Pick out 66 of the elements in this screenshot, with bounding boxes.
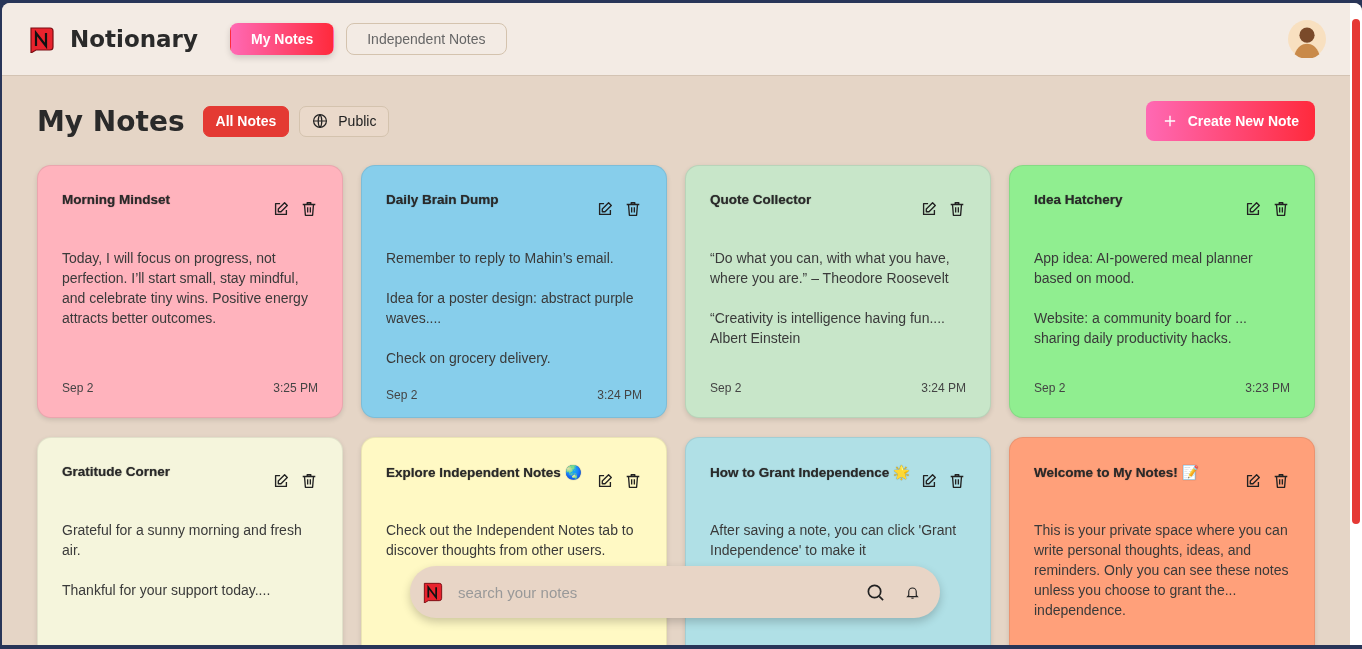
note-title: Welcome to My Notes! 📝 [1034, 464, 1199, 480]
edit-icon[interactable] [596, 200, 614, 218]
note-text: Check on grocery delivery. [386, 349, 552, 368]
edit-icon[interactable] [1244, 200, 1262, 218]
note-card[interactable]: Morning Mindset Today, I will focus on progress, not perfection. I’ll start small, stay mindful, and celebrate tiny wins. Positive energy attracts better outcomes. Sep 2 3:25 PM [37, 165, 343, 418]
note-text: “Do what you can, with what you have, where you are.” – Theodore Roosevelt [710, 249, 951, 288]
avatar[interactable] [1288, 20, 1326, 58]
note-card[interactable]: Idea Hatchery App idea: AI-powered meal planner based on mood. Website: a community board for ... sharing daily productivity hacks. Sep 2 3:23 PM [1009, 165, 1315, 418]
nav-tab[interactable]: Independent Notes [346, 23, 507, 55]
note-time: 3:23 PM [1245, 381, 1290, 395]
globe-icon [312, 113, 329, 129]
note-text: Thankful for your support today.... [62, 581, 272, 600]
delete-icon[interactable] [1272, 472, 1290, 490]
note-time: 3:24 PM [597, 388, 642, 402]
delete-icon[interactable] [1272, 200, 1290, 218]
note-title: Quote Collector [710, 192, 812, 207]
note-text: App idea: AI-powered meal planner based on mood. [1034, 249, 1254, 288]
note-text: Website: a community board for ... sharing daily productivity hacks. [1034, 309, 1248, 348]
bell-icon[interactable] [905, 584, 920, 600]
note-title: Morning Mindset [62, 192, 170, 207]
search-icon[interactable] [866, 582, 885, 602]
edit-icon[interactable] [596, 472, 614, 490]
note-text: Grateful for a sunny morning and fresh air. [62, 521, 303, 560]
filter-button[interactable]: All Notes [202, 105, 290, 137]
note-card[interactable]: Gratitude Corner Grateful for a sunny morning and fresh air. Thankful for your support today.... [37, 437, 343, 645]
note-date: Sep 2 [386, 388, 418, 402]
note-card[interactable]: Welcome to My Notes! 📝 This is your private space where you can write personal thoughts, ideas, and reminders. Only you can see these notes unless you choose to grant the... independence. [1009, 437, 1315, 645]
note-title: Explore Independent Notes 🌏 [386, 464, 582, 480]
edit-icon[interactable] [1244, 472, 1262, 490]
note-text: After saving a note, you can click 'Grant Independence' to make it [710, 521, 958, 560]
app-name: Notionary [70, 26, 198, 52]
note-title: How to Grant Independence 🌟 [710, 464, 910, 480]
delete-icon[interactable] [300, 200, 318, 218]
note-text: “Creativity is intelligence having fun.... Albert Einstein [710, 309, 946, 348]
note-card[interactable]: Daily Brain Dump Remember to reply to Mahin’s email. Idea for a poster design: abstract purple waves.... Check on grocery delivery. Sep 2 3:24 PM [361, 165, 667, 418]
logo-icon [28, 25, 56, 53]
note-text: Today, I will focus on progress, not perfection. I’ll start small, stay mindful, and celebrate tiny wins. Positive energy attracts better outcomes. [62, 249, 309, 328]
floating-search-overlay[interactable]: search your notes [410, 566, 940, 618]
logo-icon [422, 581, 444, 603]
note-date: Sep 2 [1034, 381, 1066, 395]
page-title: My Notes [37, 104, 185, 138]
delete-icon[interactable] [948, 200, 966, 218]
note-text: This is your private space where you can write personal thoughts, ideas, and reminders. Only you can see these notes unless you choose to grant the... independence. [1034, 521, 1290, 620]
note-time: 3:24 PM [921, 381, 966, 395]
note-date: Sep 2 [62, 381, 94, 395]
edit-icon[interactable] [272, 472, 290, 490]
edit-icon[interactable] [920, 472, 938, 490]
plus-icon [1163, 115, 1176, 127]
edit-icon[interactable] [272, 200, 290, 218]
scrollbar[interactable] [1350, 3, 1362, 645]
note-card[interactable]: Quote Collector “Do what you can, with what you have, where you are.” – Theodore Roosevelt “Creativity is intelligence having fun.... Albert Einstein Sep 2 3:24 PM [685, 165, 991, 418]
note-text: Check out the Independent Notes tab to discover thoughts from other users. [386, 521, 635, 560]
delete-icon[interactable] [624, 472, 642, 490]
note-title: Idea Hatchery [1034, 192, 1123, 207]
scroll-thumb[interactable] [1352, 19, 1360, 524]
note-time: 3:25 PM [273, 381, 318, 395]
edit-icon[interactable] [920, 200, 938, 218]
note-title: Daily Brain Dump [386, 192, 499, 207]
note-date: Sep 2 [710, 381, 742, 395]
filter-button[interactable]: Public [299, 105, 390, 137]
delete-icon[interactable] [948, 472, 966, 490]
note-title: Gratitude Corner [62, 464, 170, 479]
delete-icon[interactable] [624, 200, 642, 218]
note-text: Idea for a poster design: abstract purple waves.... [386, 289, 635, 328]
delete-icon[interactable] [300, 472, 318, 490]
note-text: Remember to reply to Mahin’s email. [386, 249, 615, 268]
